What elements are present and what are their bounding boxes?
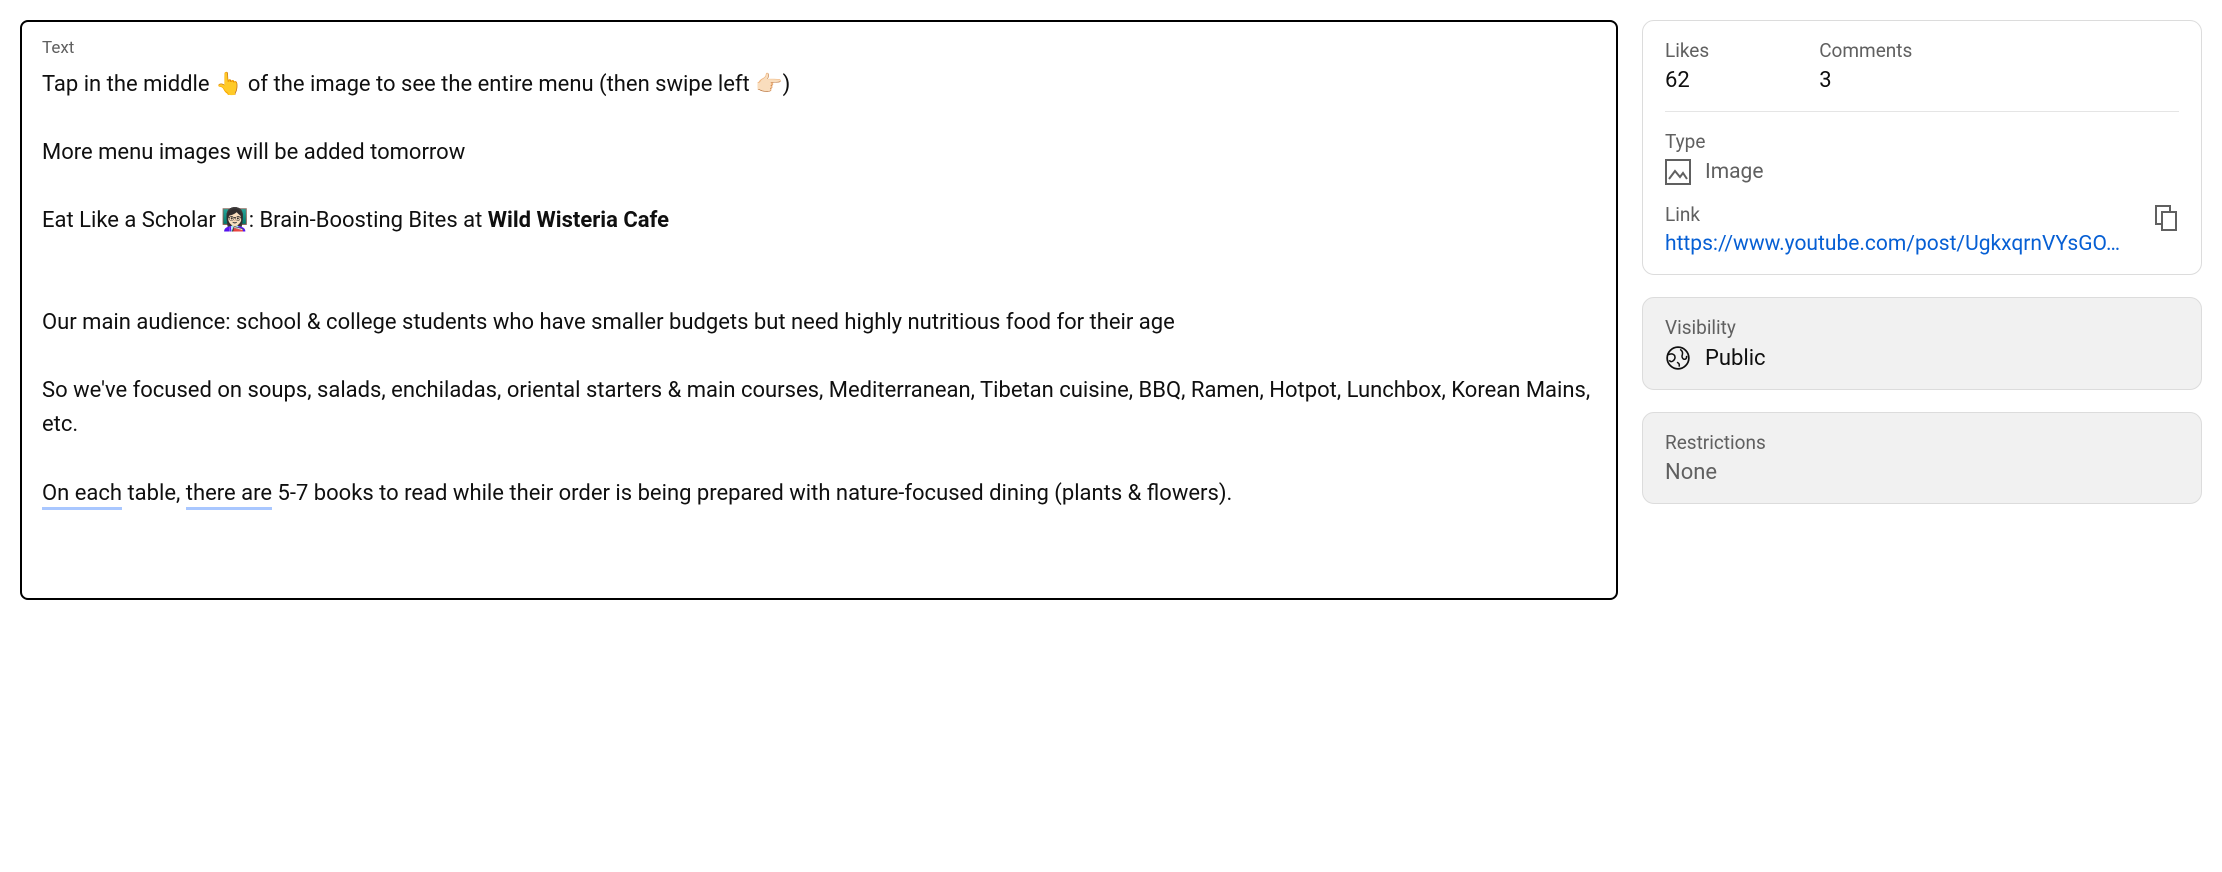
teacher-emoji: 👩🏻‍🏫 <box>221 208 248 233</box>
text-line-1: Tap in the middle 👆 of the image to see … <box>42 68 1596 102</box>
type-label: Type <box>1665 130 2179 153</box>
image-type-icon <box>1665 159 1691 185</box>
text-line-6: On each table, there are 5-7 books to re… <box>42 477 1596 511</box>
visibility-label: Visibility <box>1665 316 2179 339</box>
text-line-2: More menu images will be added tomorrow <box>42 136 1596 170</box>
comments-stat: Comments 3 <box>1819 39 1912 93</box>
copy-link-button[interactable] <box>2155 205 2179 233</box>
comments-label: Comments <box>1819 39 1912 62</box>
text-line-5: So we've focused on soups, salads, enchi… <box>42 374 1596 442</box>
likes-stat: Likes 62 <box>1665 39 1709 93</box>
text-line-4: Our main audience: school & college stud… <box>42 306 1596 340</box>
link-label: Link <box>1665 203 2145 226</box>
restrictions-value: None <box>1665 460 2179 485</box>
post-details-sidebar: Likes 62 Comments 3 Type Image <box>1642 20 2202 600</box>
likes-value: 62 <box>1665 68 1709 93</box>
text-editor-panel[interactable]: Text Tap in the middle 👆 of the image to… <box>20 20 1618 600</box>
point-right-emoji: 👉🏻 <box>755 72 782 97</box>
type-value: Image <box>1705 160 1763 184</box>
globe-icon <box>1665 345 1691 371</box>
comments-value: 3 <box>1819 68 1912 93</box>
visibility-card[interactable]: Visibility Public <box>1642 297 2202 390</box>
point-up-emoji: 👆 <box>215 72 242 97</box>
text-field-label: Text <box>42 38 1596 58</box>
restrictions-label: Restrictions <box>1665 431 2179 454</box>
post-text-content[interactable]: Tap in the middle 👆 of the image to see … <box>42 68 1596 511</box>
restrictions-card[interactable]: Restrictions None <box>1642 412 2202 504</box>
text-line-3: Eat Like a Scholar 👩🏻‍🏫: Brain-Boosting … <box>42 204 1596 238</box>
cafe-name-bold: Wild Wisteria Cafe <box>488 208 669 233</box>
stats-card: Likes 62 Comments 3 Type Image <box>1642 20 2202 275</box>
visibility-value: Public <box>1705 346 1766 371</box>
spellcheck-underline: there are <box>186 481 272 510</box>
spellcheck-underline: On each <box>42 481 122 510</box>
post-link[interactable]: https://www.youtube.com/post/UgkxqrnVYsG… <box>1665 232 2145 256</box>
likes-label: Likes <box>1665 39 1709 62</box>
